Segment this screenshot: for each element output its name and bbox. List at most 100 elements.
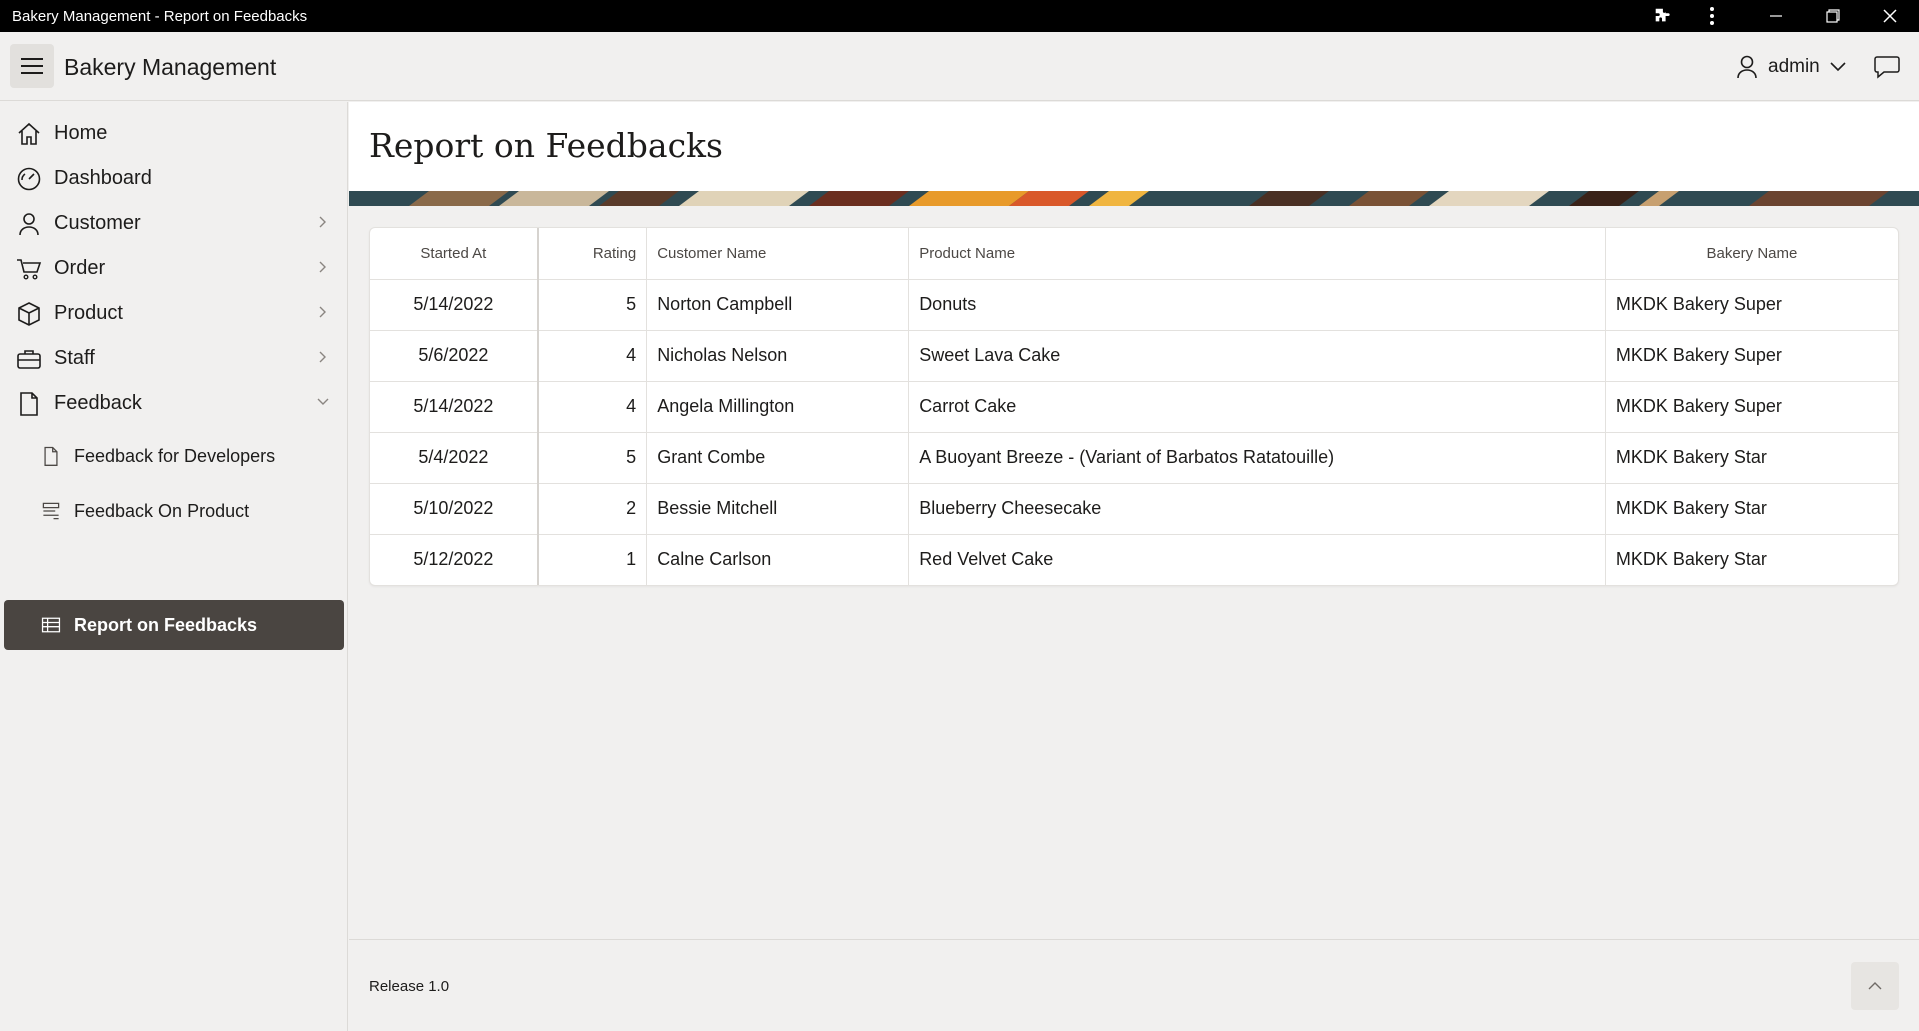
column-header-started-at[interactable]: Started At [370,228,539,280]
cell-rating: 5 [537,279,648,331]
page-footer: Release 1.0 [349,939,1919,1031]
user-icon [19,213,39,236]
cell-rating: 1 [537,534,648,585]
cell-product-name: A Buoyant Breeze - (Variant of Barbatos … [908,432,1606,484]
more-options-icon[interactable] [1684,0,1740,32]
cell-rating: 4 [537,381,648,433]
table-row: 5/4/2022 5 Grant Combe A Buoyant Breeze … [370,432,1898,484]
app-title[interactable]: Bakery Management [64,54,276,81]
cell-customer-name: Angela Millington [646,381,910,433]
sidebar-item-customer[interactable]: Customer [4,198,344,248]
table-row: 5/12/2022 1 Calne Carlson Red Velvet Cak… [370,534,1898,585]
sidebar-item-dashboard[interactable]: Dashboard [4,153,344,203]
cell-rating: 4 [537,330,648,382]
chevron-down-icon [1830,62,1846,72]
extensions-icon[interactable] [1634,0,1690,32]
release-version: Release 1.0 [369,978,450,995]
chevron-right-icon [319,306,326,318]
sidebar-item-product[interactable]: Product [4,288,344,338]
dashboard-icon [17,167,41,191]
cell-product-name: Red Velvet Cake [908,534,1606,585]
column-header-bakery-name[interactable]: Bakery Name [1605,228,1898,280]
sidebar-item-label: Customer [54,211,141,234]
sidebar-item-feedback[interactable]: Feedback [4,378,344,428]
sidebar-item-label: Home [54,121,108,144]
cell-product-name: Blueberry Cheesecake [908,483,1606,535]
app-header: Bakery Management admin [0,32,1919,101]
column-header-product-name[interactable]: Product Name [908,228,1606,280]
chat-bubble-icon [1874,56,1900,79]
cell-bakery-name: MKDK Bakery Super [1605,381,1898,433]
cell-started-at: 5/14/2022 [370,279,539,331]
document-icon [44,446,58,466]
cell-bakery-name: MKDK Bakery Star [1605,432,1898,484]
feedback-report: Started At Rating Customer Name Product … [369,227,1899,586]
cell-started-at: 5/10/2022 [370,483,539,535]
chevron-down-icon [317,398,329,405]
cell-customer-name: Calne Carlson [646,534,910,585]
home-icon [18,122,40,145]
cell-rating: 2 [537,483,648,535]
report-icon [41,617,61,633]
cell-rating: 5 [537,432,648,484]
decorative-banner [349,191,1919,206]
briefcase-icon [17,350,41,369]
main-content: Report on Feedbacks Started At Rating Cu… [349,102,1919,1031]
user-icon [1737,55,1757,79]
chevron-right-icon [319,216,326,228]
report-table: Started At Rating Customer Name Product … [370,228,1898,585]
cell-bakery-name: MKDK Bakery Super [1605,330,1898,382]
cell-customer-name: Norton Campbell [646,279,910,331]
table-row: 5/14/2022 5 Norton Campbell Donuts MKDK … [370,279,1898,331]
cell-customer-name: Nicholas Nelson [646,330,910,382]
form-icon [42,502,60,520]
sidebar-item-label: Feedback On Product [74,500,250,521]
table-header-row: Started At Rating Customer Name Product … [370,228,1898,280]
chevron-up-icon [1868,982,1882,990]
table-row: 5/14/2022 4 Angela Millington Carrot Cak… [370,381,1898,433]
sidebar-item-label: Staff [54,346,95,369]
user-menu[interactable]: admin [1736,54,1846,80]
column-header-rating[interactable]: Rating [537,228,648,280]
cell-product-name: Donuts [908,279,1606,331]
chevron-right-icon [319,261,326,273]
cell-product-name: Sweet Lava Cake [908,330,1606,382]
cart-icon [17,259,42,280]
sidebar-item-home[interactable]: Home [4,108,344,158]
sidebar-item-label: Report on Feedbacks [74,614,258,635]
sidebar-item-report-on-feedbacks[interactable]: Report on Feedbacks [4,600,344,650]
chevron-right-icon [319,351,326,363]
feedback-button[interactable] [1872,52,1902,82]
window-titlebar: Bakery Management - Report on Feedbacks [0,0,1919,32]
box-icon [18,302,40,326]
page-hero: Report on Feedbacks [349,102,1919,206]
sidebar-item-order[interactable]: Order [4,243,344,293]
cell-bakery-name: MKDK Bakery Star [1605,483,1898,535]
restore-icon[interactable] [1805,0,1861,32]
document-icon [20,392,38,416]
sidebar-item-staff[interactable]: Staff [4,333,344,383]
sidebar-item-label: Product [54,301,123,324]
close-icon[interactable] [1862,0,1918,32]
menu-toggle-button[interactable] [10,44,54,88]
sidebar-item-label: Dashboard [54,166,152,189]
table-row: 5/10/2022 2 Bessie Mitchell Blueberry Ch… [370,483,1898,535]
cell-bakery-name: MKDK Bakery Super [1605,279,1898,331]
sidebar-item-feedback-for-developers[interactable]: Feedback for Developers [4,431,344,481]
scroll-to-top-button[interactable] [1851,962,1899,1010]
page-title: Report on Feedbacks [369,126,723,165]
sidebar-item-feedback-on-product[interactable]: Feedback On Product [4,486,344,536]
sidebar-item-label: Feedback [54,391,142,414]
user-name: admin [1768,56,1820,77]
cell-started-at: 5/14/2022 [370,381,539,433]
hamburger-icon [21,58,43,74]
cell-customer-name: Bessie Mitchell [646,483,910,535]
table-row: 5/6/2022 4 Nicholas Nelson Sweet Lava Ca… [370,330,1898,382]
column-header-customer-name[interactable]: Customer Name [646,228,910,280]
cell-bakery-name: MKDK Bakery Star [1615,549,1767,570]
window-title: Bakery Management - Report on Feedbacks [12,8,308,25]
minimize-icon[interactable] [1748,0,1804,32]
cell-started-at: 5/6/2022 [370,330,539,382]
cell-product-name: Carrot Cake [908,381,1606,433]
cell-started-at: 5/12/2022 [370,534,539,585]
